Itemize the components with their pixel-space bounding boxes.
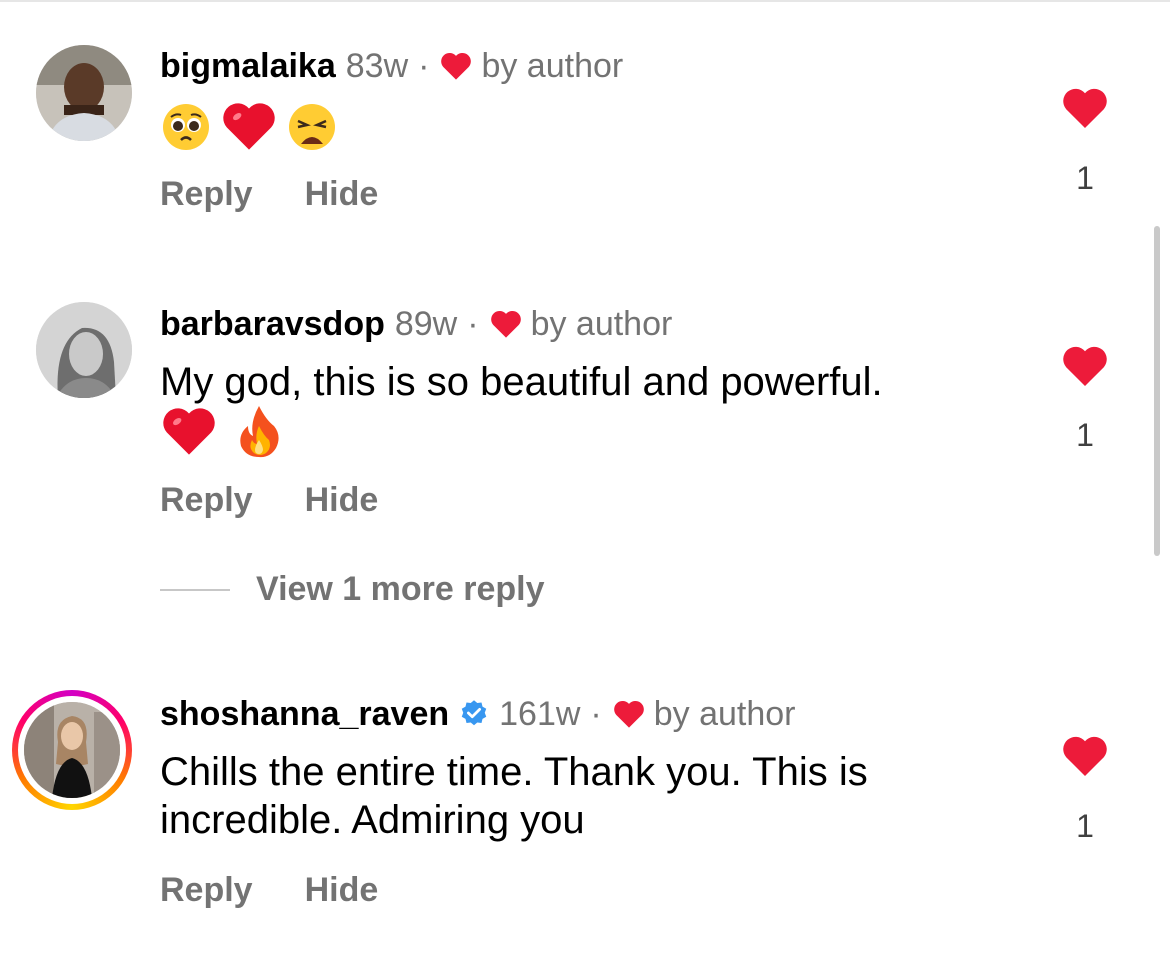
- like-count: 1: [1076, 808, 1094, 844]
- username[interactable]: shoshanna_raven: [160, 694, 449, 734]
- scrollbar[interactable]: [1154, 226, 1160, 556]
- author-liked-heart-icon: [613, 700, 644, 728]
- comment-time: 161w: [499, 695, 581, 733]
- heart-icon[interactable]: [1060, 734, 1110, 778]
- verified-badge-icon: [461, 700, 487, 726]
- liked-by-author-label: by author: [653, 695, 796, 733]
- comment-text: Chills the entire time. Thank you. This …: [160, 750, 868, 842]
- avatar[interactable]: [24, 702, 120, 798]
- story-ring-avatar[interactable]: [12, 690, 132, 810]
- hide-button[interactable]: Hide: [305, 871, 379, 910]
- comment-actions: Reply Hide: [160, 871, 378, 910]
- comment-shoshanna-raven: shoshanna_raven 161w · by author Chills …: [0, 0, 1130, 955]
- comment-meta: shoshanna_raven 161w · by author: [160, 694, 796, 734]
- separator-dot: ·: [590, 695, 602, 733]
- reply-button[interactable]: Reply: [160, 871, 253, 910]
